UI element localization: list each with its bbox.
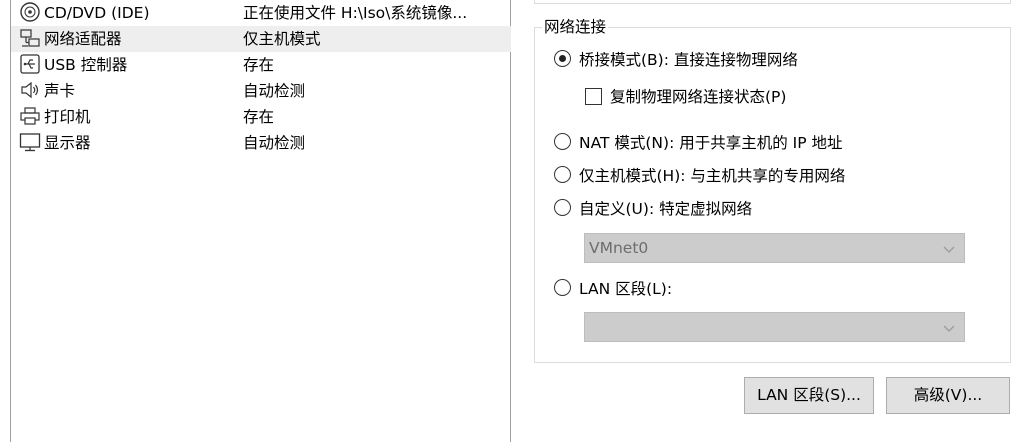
chevron-down-icon: [942, 321, 956, 333]
device-summary: 存在: [243, 108, 275, 126]
hardware-device-list: CD/DVD (IDE) 正在使用文件 H:\Iso\系统镜像... 网络适配器…: [10, 0, 511, 442]
usb-icon: [19, 53, 41, 75]
custom-network-select[interactable]: VMnet0: [584, 233, 965, 263]
device-name: 声卡: [44, 82, 76, 100]
replicate-physical-state-label: 复制物理网络连接状态(P): [610, 88, 787, 106]
device-summary: 仅主机模式: [243, 30, 321, 48]
lan-segment-radio[interactable]: [554, 279, 571, 296]
advanced-button[interactable]: 高级(V)...: [886, 377, 1010, 414]
chevron-down-icon: [942, 242, 956, 254]
device-name: 网络适配器: [44, 30, 122, 48]
network-connection-group-title: 网络连接: [542, 16, 609, 38]
device-row-printer[interactable]: 打印机 存在: [11, 104, 511, 130]
device-status-group-edge: [534, 0, 1011, 4]
host-only-mode-label: 仅主机模式(H): 与主机共享的专用网络: [579, 167, 846, 185]
nat-mode-radio[interactable]: [554, 133, 571, 150]
device-summary: 自动检测: [243, 134, 306, 152]
monitor-icon: [19, 131, 41, 153]
speaker-icon: [19, 79, 41, 101]
custom-network-label: 自定义(U): 特定虚拟网络: [579, 200, 753, 218]
device-summary: 正在使用文件 H:\Iso\系统镜像...: [243, 4, 468, 22]
nat-mode-label: NAT 模式(N): 用于共享主机的 IP 地址: [579, 134, 843, 152]
lan-segment-label: LAN 区段(L):: [579, 280, 673, 298]
device-summary: 自动检测: [243, 82, 306, 100]
lan-segment-select[interactable]: [584, 312, 965, 342]
vm-settings-dialog: CD/DVD (IDE) 正在使用文件 H:\Iso\系统镜像... 网络适配器…: [0, 0, 1018, 442]
bridged-mode-label: 桥接模式(B): 直接连接物理网络: [579, 51, 798, 69]
device-row-sound-card[interactable]: 声卡 自动检测: [11, 78, 511, 104]
device-summary: 存在: [243, 56, 275, 74]
cd-dvd-icon: [19, 1, 41, 23]
device-name: USB 控制器: [44, 56, 128, 74]
radio-selected-dot: [559, 55, 566, 62]
printer-icon: [19, 105, 41, 127]
lan-segments-button[interactable]: LAN 区段(S)...: [744, 377, 874, 414]
device-name: 显示器: [44, 134, 91, 152]
device-row-usb[interactable]: USB 控制器 存在: [11, 52, 511, 78]
network-adapter-icon: [19, 27, 41, 49]
replicate-physical-state-checkbox[interactable]: [585, 88, 602, 105]
custom-network-select-value: VMnet0: [589, 239, 649, 257]
device-row-cd-dvd[interactable]: CD/DVD (IDE) 正在使用文件 H:\Iso\系统镜像...: [11, 0, 511, 26]
device-name: CD/DVD (IDE): [44, 4, 150, 22]
device-row-display[interactable]: 显示器 自动检测: [11, 130, 511, 156]
custom-network-radio[interactable]: [554, 199, 571, 216]
bridged-mode-radio[interactable]: [554, 50, 571, 67]
host-only-mode-radio[interactable]: [554, 166, 571, 183]
device-name: 打印机: [44, 108, 91, 126]
device-row-network-adapter[interactable]: 网络适配器 仅主机模式: [11, 26, 511, 52]
